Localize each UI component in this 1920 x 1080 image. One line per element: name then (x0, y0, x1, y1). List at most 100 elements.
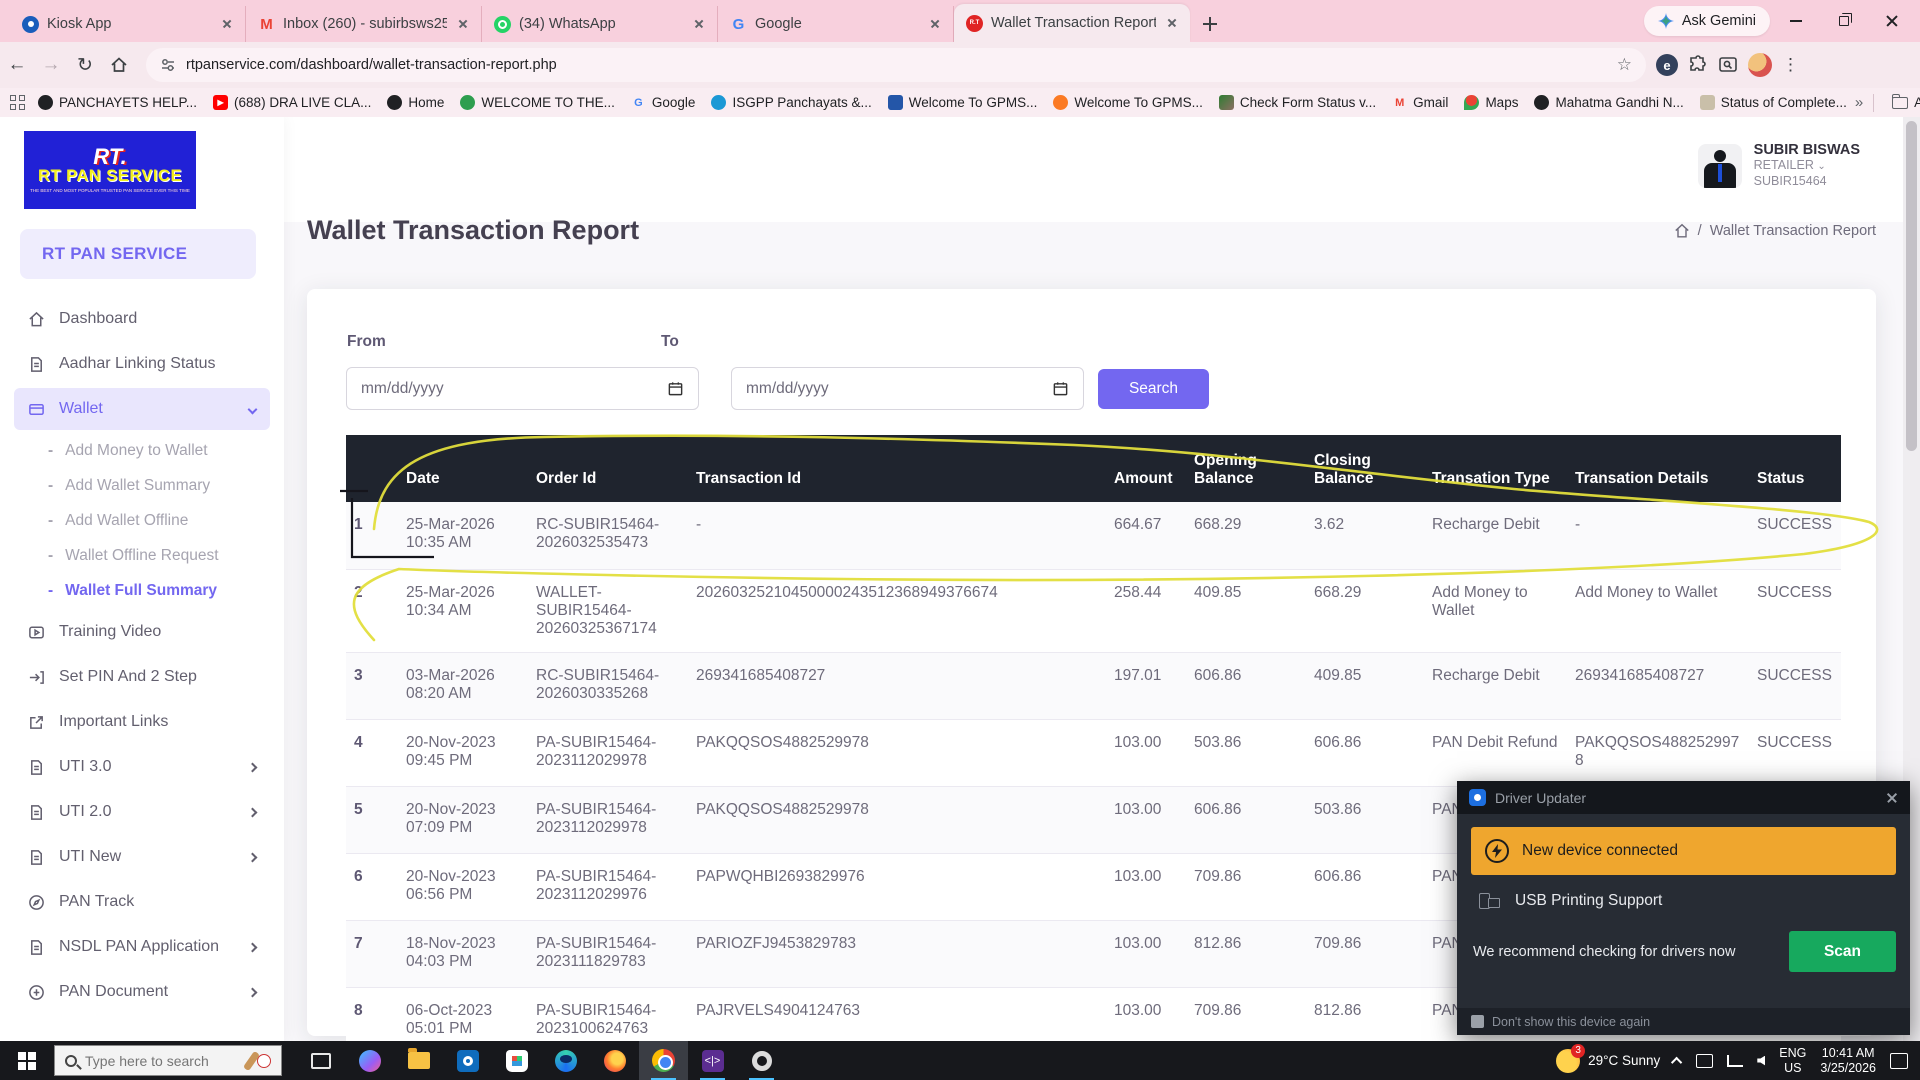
bookmark-welcome[interactable]: WELCOME TO THE... (452, 91, 623, 115)
calendar-icon[interactable] (1052, 380, 1069, 397)
cell-details: - (1567, 502, 1749, 569)
bookmark-isgpp[interactable]: ISGPP Panchayats &... (703, 91, 879, 115)
user-menu[interactable]: SUBIR BISWAS RETAILER ⌄ SUBIR15464 (1698, 143, 1860, 189)
task-view-button[interactable] (296, 1041, 345, 1080)
calendar-icon[interactable] (667, 380, 684, 397)
bookmark-gpms-2[interactable]: Welcome To GPMS... (1045, 91, 1211, 115)
bookmark-home[interactable]: Home (379, 91, 452, 115)
forward-button[interactable]: → (34, 48, 68, 82)
taskbar-search-input[interactable] (85, 1053, 215, 1069)
chrome-button[interactable] (639, 1041, 688, 1080)
sidebar-item-dashboard[interactable]: Dashboard (14, 298, 270, 340)
bookmark-dra-live[interactable]: ▶(688) DRA LIVE CLA... (205, 91, 379, 115)
sidebar-item-uti-3[interactable]: UTI 3.0 (14, 746, 270, 788)
sidebar-subitem-add-money-to-wallet[interactable]: -Add Money to Wallet (0, 433, 284, 468)
divider (1873, 94, 1874, 112)
to-date-input[interactable]: mm/dd/yyyy (731, 367, 1084, 410)
teams-icon[interactable] (1696, 1054, 1713, 1068)
all-bookmarks-button[interactable]: All Bookmarks (1884, 91, 1920, 115)
sidebar-item-pan-track[interactable]: PAN Track (14, 881, 270, 923)
sidebar-item-set-pin[interactable]: Set PIN And 2 Step (14, 656, 270, 698)
bookmark-check-form[interactable]: Check Form Status v... (1211, 91, 1384, 115)
tab-close-icon[interactable] (1164, 15, 1180, 31)
tab-google[interactable]: G Google (718, 6, 954, 42)
site-settings-icon (160, 57, 176, 73)
dev-app-button[interactable]: <|> (688, 1041, 737, 1080)
sidebar-subitem-wallet-offline-request[interactable]: -Wallet Offline Request (0, 538, 284, 573)
sidebar-item-uti-2[interactable]: UTI 2.0 (14, 791, 270, 833)
window-restore-button[interactable] (1822, 4, 1866, 38)
tab-close-icon[interactable] (455, 16, 471, 32)
language-indicator[interactable]: ENGUS (1779, 1046, 1806, 1076)
tab-close-icon[interactable] (219, 16, 235, 32)
scrollbar-thumb[interactable] (1906, 121, 1917, 451)
ask-gemini-button[interactable]: Ask Gemini (1644, 6, 1770, 36)
bookmark-gpms-1[interactable]: Welcome To GPMS... (880, 91, 1046, 115)
ms-store-button[interactable] (492, 1041, 541, 1080)
volume-icon[interactable] (1757, 1056, 1765, 1066)
bookmark-maps[interactable]: Maps (1456, 91, 1526, 115)
sidebar-item-aadhar-linking-status[interactable]: Aadhar Linking Status (14, 343, 270, 385)
tab-close-icon[interactable] (691, 16, 707, 32)
sidebar-subitem-add-wallet-summary[interactable]: -Add Wallet Summary (0, 468, 284, 503)
window-close-button[interactable] (1870, 4, 1914, 38)
chrome-menu-icon[interactable]: ⋮ (1782, 55, 1800, 75)
home-button[interactable] (102, 48, 136, 82)
outlook-button[interactable] (443, 1041, 492, 1080)
bookmark-star-icon[interactable]: ☆ (1617, 55, 1632, 75)
tab-wallet-transaction-report[interactable]: R.T Wallet Transaction Report (954, 4, 1190, 42)
notification-center-icon[interactable] (1890, 1053, 1908, 1069)
tab-whatsapp[interactable]: (34) WhatsApp (482, 6, 718, 42)
copilot-button[interactable] (345, 1041, 394, 1080)
network-icon[interactable] (1727, 1055, 1743, 1067)
taskbar-clock[interactable]: 10:41 AM3/25/2026 (1820, 1046, 1876, 1076)
popup-title-bar[interactable]: Driver Updater (1457, 781, 1910, 814)
address-bar[interactable]: rtpanservice.com/dashboard/wallet-transa… (146, 48, 1646, 82)
reload-button[interactable]: ↻ (68, 48, 102, 82)
from-date-input[interactable]: mm/dd/yyyy (346, 367, 699, 410)
sidebar-item-uti-new[interactable]: UTI New (14, 836, 270, 878)
bookmark-gmail[interactable]: MGmail (1384, 91, 1456, 115)
edge-icon (555, 1050, 577, 1072)
extension-e-icon[interactable]: e (1656, 54, 1678, 76)
sidebar-item-pan-document[interactable]: PAN Document (14, 971, 270, 1013)
sidebar-item-training-video[interactable]: Training Video (14, 611, 270, 653)
bookmark-panchayets[interactable]: PANCHAYETS HELP... (30, 91, 205, 115)
tray-expand-chevron[interactable] (1671, 1056, 1682, 1067)
bookmark-status[interactable]: Status of Complete... (1692, 91, 1855, 115)
tab-kiosk-app[interactable]: Kiosk App (10, 6, 246, 42)
bookmark-mahatma[interactable]: Mahatma Gandhi N... (1526, 91, 1691, 115)
window-minimize-button[interactable] (1774, 4, 1818, 38)
extensions-puzzle-icon[interactable] (1688, 55, 1708, 75)
scan-button[interactable]: Scan (1789, 931, 1896, 972)
popup-close-icon[interactable] (1886, 792, 1898, 804)
settings-button[interactable] (737, 1041, 786, 1080)
bookmark-label: Mahatma Gandhi N... (1555, 95, 1683, 110)
dont-show-checkbox[interactable] (1471, 1015, 1484, 1028)
profile-avatar[interactable] (1748, 53, 1772, 77)
search-button[interactable]: Search (1098, 369, 1209, 409)
taskbar-search[interactable] (54, 1045, 282, 1076)
apps-grid-icon[interactable] (10, 95, 26, 111)
sidebar-item-wallet[interactable]: Wallet (14, 388, 270, 430)
file-explorer-button[interactable] (394, 1041, 443, 1080)
cell-opening: 606.86 (1186, 786, 1306, 853)
bookmark-google[interactable]: GGoogle (623, 91, 704, 115)
tab-gmail-inbox[interactable]: M Inbox (260) - subirbsws25@g (246, 6, 482, 42)
firefox-button[interactable] (590, 1041, 639, 1080)
tab-close-icon[interactable] (927, 16, 943, 32)
start-button[interactable] (0, 1041, 54, 1080)
breadcrumb-home-icon[interactable] (1674, 223, 1690, 239)
rt-pan-service-logo[interactable]: RT. RT PAN SERVICE THE BEST AND MOST POP… (24, 131, 196, 209)
device-row[interactable]: USB Printing Support (1457, 875, 1910, 925)
back-button[interactable]: ← (0, 48, 34, 82)
sidebar-item-important-links[interactable]: Important Links (14, 701, 270, 743)
search-panel-icon[interactable] (1718, 55, 1738, 75)
sidebar-subitem-wallet-full-summary[interactable]: -Wallet Full Summary (0, 573, 284, 608)
new-tab-button[interactable] (1196, 10, 1224, 38)
taskbar-weather[interactable]: 3 29°C Sunny (1556, 1049, 1660, 1073)
sidebar-item-nsdl-pan-application[interactable]: NSDL PAN Application (14, 926, 270, 968)
edge-button[interactable] (541, 1041, 590, 1080)
bookmarks-overflow-chevron[interactable]: » (1855, 94, 1863, 111)
sidebar-subitem-add-wallet-offline[interactable]: -Add Wallet Offline (0, 503, 284, 538)
